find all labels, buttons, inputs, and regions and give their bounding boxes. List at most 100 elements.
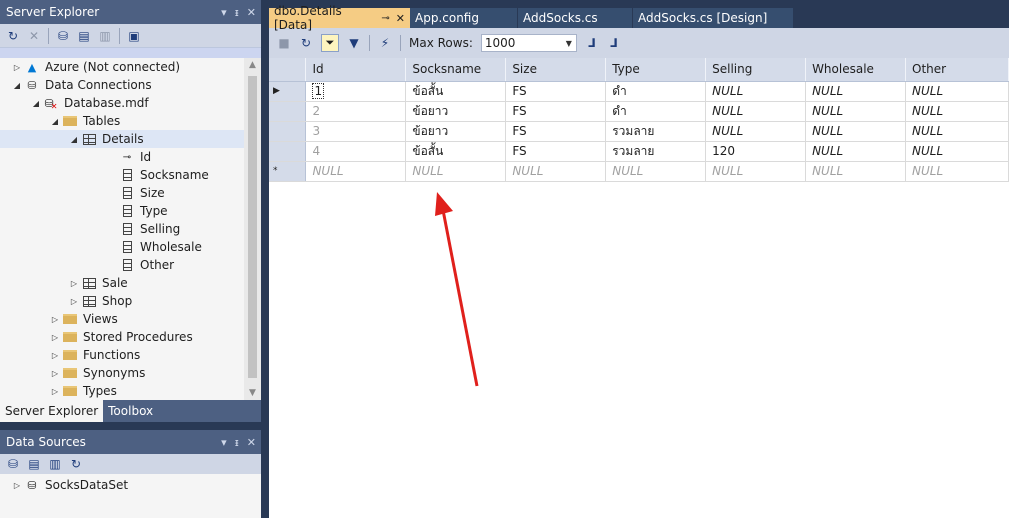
column-header[interactable]: Other bbox=[905, 58, 1009, 82]
grid-cell-type[interactable]: ดำ bbox=[605, 81, 707, 102]
grid-cell-wholesale[interactable]: NULL bbox=[805, 81, 907, 102]
grid-cell-type[interactable]: รวมลาย bbox=[605, 141, 707, 162]
grid-cell-other[interactable]: NULL bbox=[905, 81, 1009, 102]
close-tab-icon[interactable]: ✕ bbox=[396, 12, 405, 25]
grid-cell-type[interactable]: รวมลาย bbox=[605, 121, 707, 142]
grid-cell-size[interactable]: FS bbox=[505, 121, 607, 142]
tab-toolbox[interactable]: Toolbox bbox=[103, 400, 158, 422]
tree-node-sale[interactable]: ▷ Sale bbox=[0, 274, 244, 292]
grid-cell-size[interactable]: NULL bbox=[505, 161, 607, 182]
pane-divider[interactable] bbox=[0, 422, 262, 430]
grid-cell-selling[interactable]: NULL bbox=[705, 101, 807, 122]
refresh-icon[interactable]: ↻ bbox=[299, 36, 313, 50]
grid-cell-other[interactable]: NULL bbox=[905, 141, 1009, 162]
tab-addsocks-cs[interactable]: AddSocks.cs bbox=[517, 8, 632, 28]
tree-node-types[interactable]: ▷ Types bbox=[0, 382, 244, 400]
tree-node-data-connections[interactable]: ◢ ⛁ Data Connections bbox=[0, 76, 244, 94]
splitter[interactable] bbox=[261, 0, 269, 518]
properties-icon[interactable]: ▣ bbox=[127, 29, 141, 43]
tree-node-tables[interactable]: ◢ Tables bbox=[0, 112, 244, 130]
chevron-down-icon[interactable]: ▼ bbox=[562, 39, 576, 48]
grid-cell-type[interactable]: ดำ bbox=[605, 101, 707, 122]
grid-cell-id[interactable]: 2 bbox=[305, 101, 407, 122]
tab-addsocks-design[interactable]: AddSocks.cs [Design] bbox=[632, 8, 793, 28]
grid-cell-socksname[interactable]: ข้อสั้น bbox=[405, 141, 507, 162]
grid-cell-id[interactable]: 3 bbox=[305, 121, 407, 142]
refresh-icon[interactable]: ↻ bbox=[6, 29, 20, 43]
tree-node-other[interactable]: Other bbox=[0, 256, 244, 274]
grid-cell-selling[interactable]: NULL bbox=[705, 81, 807, 102]
configure-dataset-icon[interactable]: ▥ bbox=[48, 457, 62, 471]
tree-node-type[interactable]: Type bbox=[0, 202, 244, 220]
pin-icon[interactable]: ⊸ bbox=[381, 13, 389, 24]
row-header[interactable] bbox=[269, 141, 307, 162]
tree-node-details[interactable]: ◢ Details bbox=[0, 130, 244, 148]
scroll-up-icon[interactable]: ▲ bbox=[244, 58, 261, 72]
grid-cell-other[interactable]: NULL bbox=[905, 101, 1009, 122]
pane-options-icon[interactable]: ▾ bbox=[221, 436, 227, 449]
stop-icon[interactable]: ✕ bbox=[27, 29, 41, 43]
tab-app-config[interactable]: App.config bbox=[410, 8, 517, 28]
sort-filter-icon[interactable]: ⏷ bbox=[321, 34, 339, 52]
expand-icon[interactable]: ▷ bbox=[48, 333, 62, 342]
generate-script-icon[interactable]: ⚡ bbox=[378, 36, 392, 50]
tab-server-explorer[interactable]: Server Explorer bbox=[0, 400, 104, 422]
grid-cell-id[interactable]: NULL bbox=[305, 161, 407, 182]
grid-cell-selling[interactable]: NULL bbox=[705, 161, 807, 182]
max-rows-select[interactable]: 1000 ▼ bbox=[480, 34, 577, 52]
grid-cell-size[interactable]: FS bbox=[505, 81, 607, 102]
tree-node-socksdataset[interactable]: ▷ ⛁ SocksDataSet bbox=[0, 476, 262, 494]
grid-cell-id[interactable]: 1 bbox=[305, 81, 407, 102]
refresh-icon[interactable]: ↻ bbox=[69, 457, 83, 471]
grid-cell-other[interactable]: NULL bbox=[905, 121, 1009, 142]
expand-icon[interactable]: ▷ bbox=[48, 315, 62, 324]
script-file-icon[interactable]: ⅃ bbox=[607, 36, 621, 50]
add-data-source-icon[interactable]: ⛁ bbox=[6, 457, 20, 471]
connect-to-server-icon[interactable]: ▤ bbox=[77, 29, 91, 43]
tree-node-socksname[interactable]: Socksname bbox=[0, 166, 244, 184]
row-header[interactable] bbox=[269, 101, 307, 122]
tree-node-size[interactable]: Size bbox=[0, 184, 244, 202]
expand-icon[interactable]: ▷ bbox=[10, 63, 24, 72]
grid-cell-socksname[interactable]: ข้อสั้น bbox=[405, 81, 507, 102]
scroll-thumb[interactable] bbox=[248, 76, 257, 378]
scroll-down-icon[interactable]: ▼ bbox=[244, 386, 261, 400]
expand-icon[interactable]: ▷ bbox=[67, 297, 81, 306]
row-header-corner[interactable] bbox=[269, 58, 307, 82]
column-header[interactable]: Id bbox=[305, 58, 407, 82]
tree-node-azure-not-connected[interactable]: ▷ ▲ Azure (Not connected) bbox=[0, 58, 244, 76]
tree-node-id[interactable]: ⊸ Id bbox=[0, 148, 244, 166]
tree-node-stored-procedures[interactable]: ▷ Stored Procedures bbox=[0, 328, 244, 346]
expand-icon[interactable]: ▷ bbox=[10, 481, 24, 490]
expand-icon[interactable]: ▷ bbox=[48, 369, 62, 378]
collapse-icon[interactable]: ◢ bbox=[67, 135, 81, 144]
grid-cell-socksname[interactable]: ข้อยาว bbox=[405, 101, 507, 122]
close-icon[interactable]: ✕ bbox=[247, 436, 256, 449]
tree-node-functions[interactable]: ▷ Functions bbox=[0, 346, 244, 364]
grid-cell-socksname[interactable]: ข้อยาว bbox=[405, 121, 507, 142]
pin-icon[interactable]: ᵻ bbox=[235, 6, 239, 19]
expand-icon[interactable]: ▷ bbox=[67, 279, 81, 288]
stop-icon[interactable]: ■ bbox=[277, 36, 291, 50]
tree-node-database-mdf[interactable]: ◢ ⛁ ✕ Database.mdf bbox=[0, 94, 244, 112]
server-explorer-scrollbar[interactable]: ▲ ▼ bbox=[244, 58, 261, 400]
edit-dataset-icon[interactable]: ▤ bbox=[27, 457, 41, 471]
tree-node-shop[interactable]: ▷ Shop bbox=[0, 292, 244, 310]
grid-cell-selling[interactable]: NULL bbox=[705, 121, 807, 142]
column-header[interactable]: Type bbox=[605, 58, 707, 82]
grid-cell-size[interactable]: FS bbox=[505, 141, 607, 162]
row-header[interactable] bbox=[269, 121, 307, 142]
connect-to-database-icon[interactable]: ⛁ bbox=[56, 29, 70, 43]
grid-cell-wholesale[interactable]: NULL bbox=[805, 101, 907, 122]
grid-cell-size[interactable]: FS bbox=[505, 101, 607, 122]
column-header[interactable]: Socksname bbox=[405, 58, 507, 82]
grid-cell-wholesale[interactable]: NULL bbox=[805, 141, 907, 162]
column-header[interactable]: Selling bbox=[705, 58, 807, 82]
filter-icon[interactable]: ▼ bbox=[347, 36, 361, 50]
grid-cell-selling[interactable]: 120 bbox=[705, 141, 807, 162]
collapse-icon[interactable]: ◢ bbox=[29, 99, 43, 108]
expand-icon[interactable]: ▷ bbox=[48, 387, 62, 396]
column-header[interactable]: Wholesale bbox=[805, 58, 907, 82]
tree-node-selling[interactable]: Selling bbox=[0, 220, 244, 238]
tab-details-data[interactable]: dbo.Details [Data] ⊸ ✕ bbox=[269, 4, 410, 32]
